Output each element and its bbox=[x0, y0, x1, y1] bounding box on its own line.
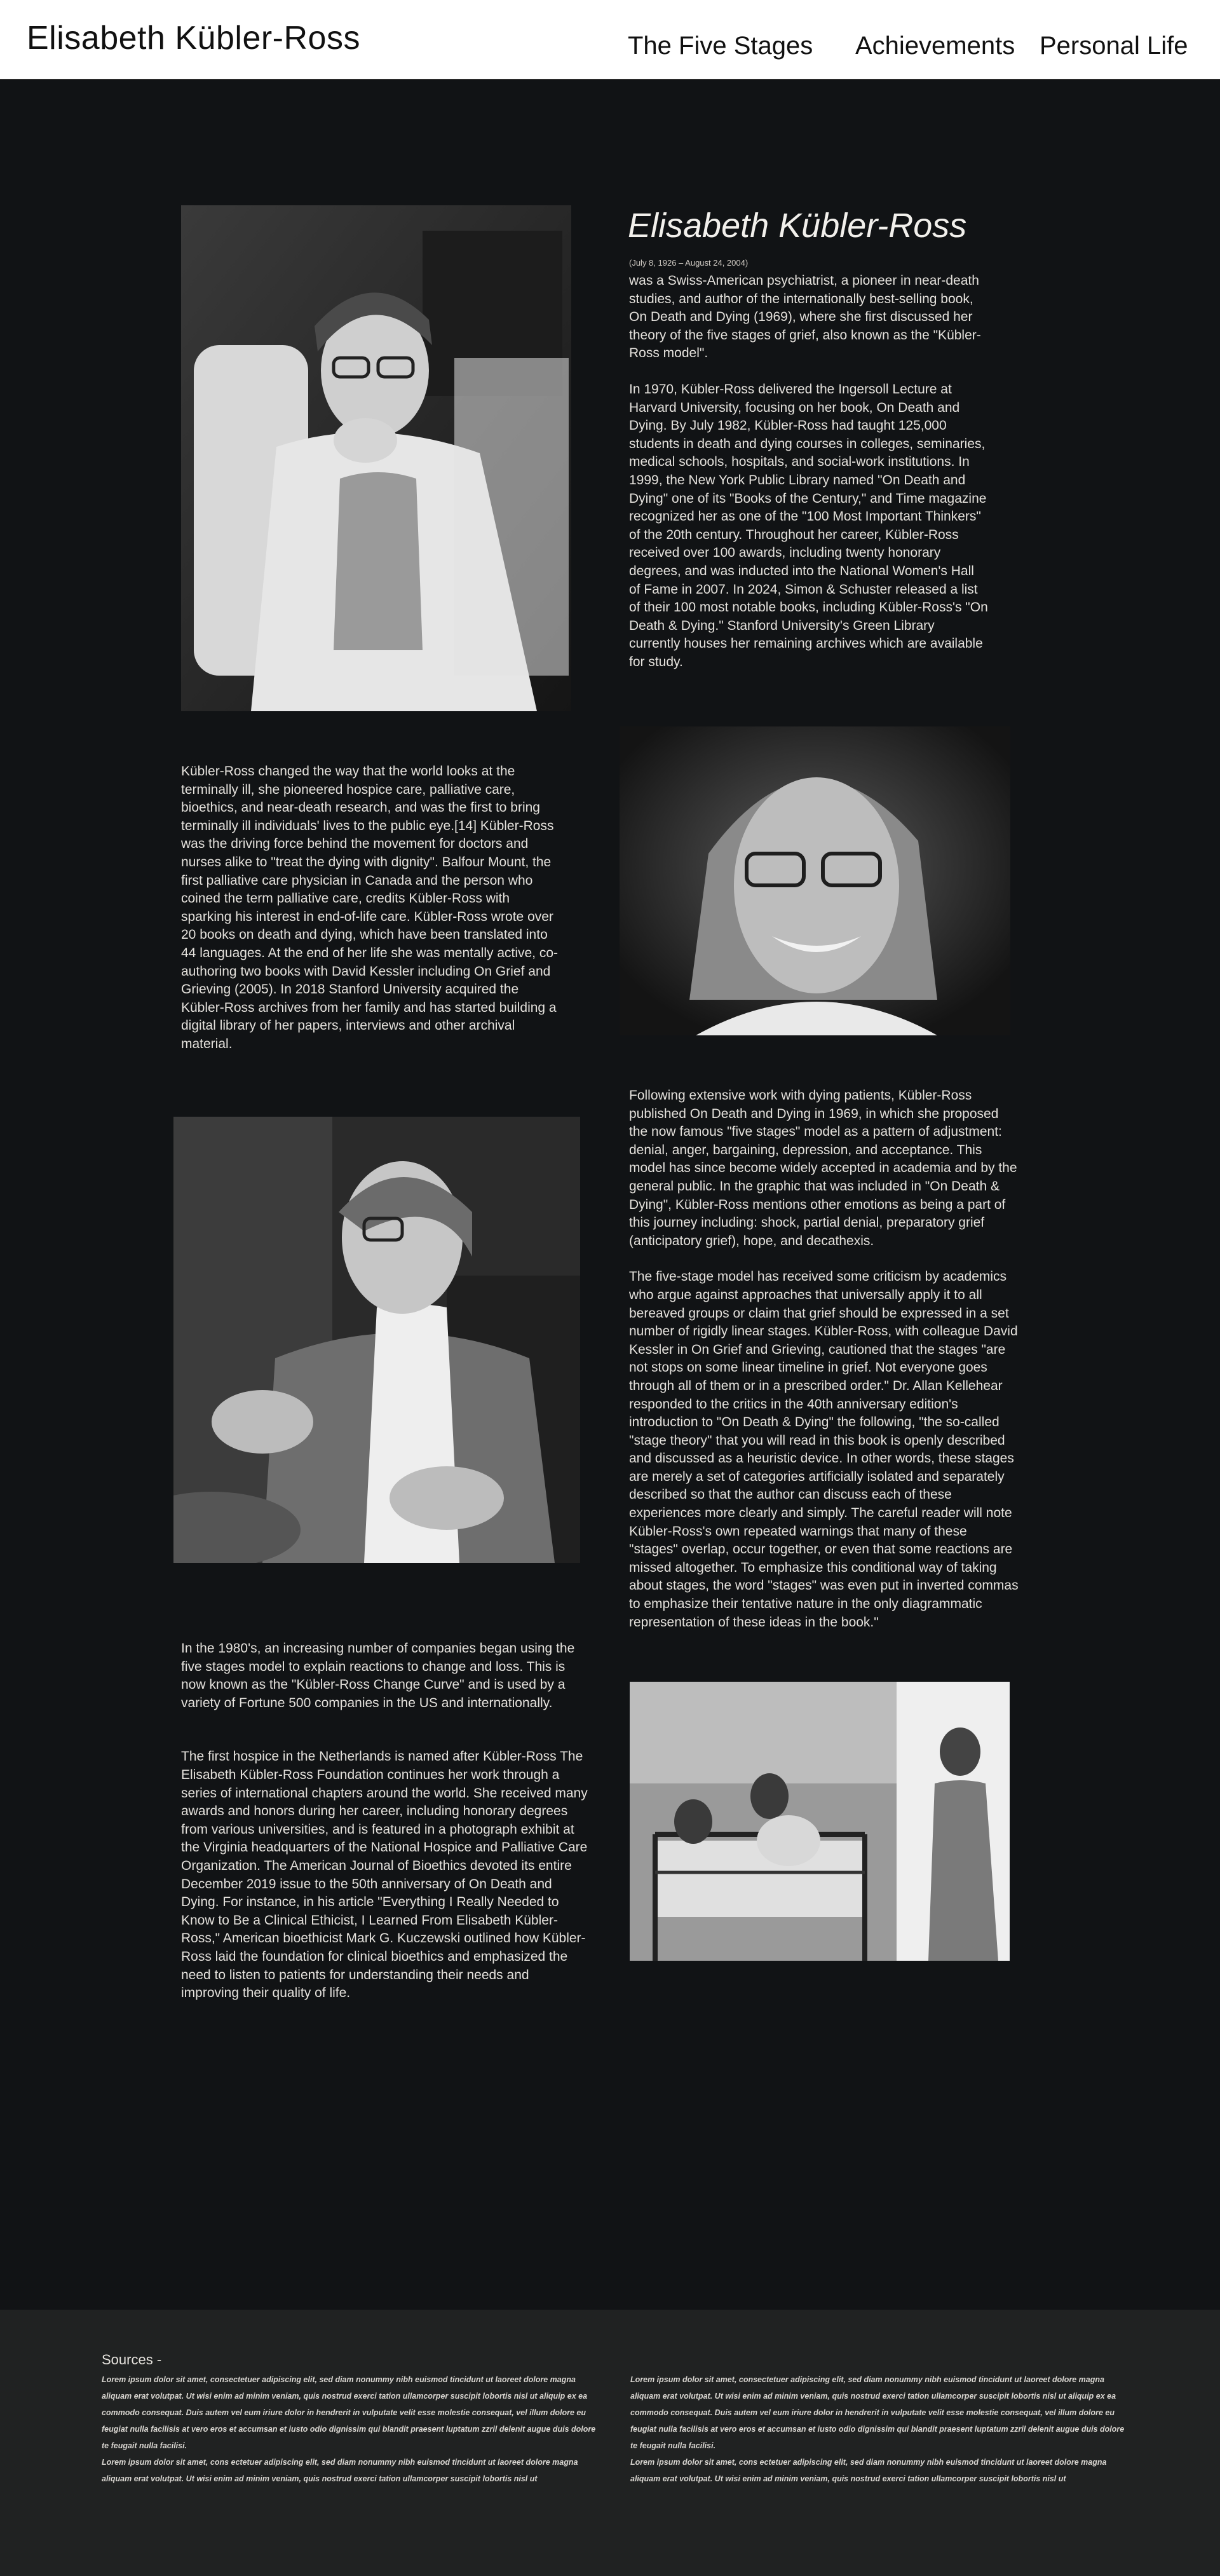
sources-right-column: Lorem ipsum dolor sit amet, consectetuer… bbox=[630, 2371, 1126, 2487]
intro-paragraph-1: was a Swiss-American psychiatrist, a pio… bbox=[629, 273, 981, 361]
source-entry: Lorem ipsum dolor sit amet, cons ectetue… bbox=[630, 2458, 1107, 2483]
life-dates: (July 8, 1926 – August 24, 2004) bbox=[629, 258, 749, 268]
portrait-photo-seated bbox=[181, 205, 571, 711]
five-stages-text: Following extensive work with dying pati… bbox=[629, 1087, 1019, 1632]
source-entry: Lorem ipsum dolor sit amet, cons ectetue… bbox=[102, 2458, 578, 2483]
honors-paragraph: The first hospice in the Netherlands is … bbox=[181, 1749, 588, 2001]
sources-left-column: Lorem ipsum dolor sit amet, consectetuer… bbox=[102, 2371, 597, 2487]
site-header: Elisabeth Kübler-Ross The Five Stages Ac… bbox=[0, 0, 1220, 80]
hospital-room-photo bbox=[630, 1682, 1010, 1961]
site-title[interactable]: Elisabeth Kübler-Ross bbox=[27, 19, 360, 57]
five-stages-paragraph-1: Following extensive work with dying pati… bbox=[629, 1088, 1017, 1248]
portrait-photo-smiling bbox=[620, 726, 1010, 1035]
portrait-photo-gesturing bbox=[173, 1117, 580, 1563]
source-entry: Lorem ipsum dolor sit amet, consectetuer… bbox=[102, 2375, 596, 2450]
intro-text: was a Swiss-American psychiatrist, a pio… bbox=[629, 272, 988, 671]
change-curve-text: In the 1980's, an increasing number of c… bbox=[181, 1640, 588, 2003]
sources-label: Sources - bbox=[102, 2352, 162, 2368]
nav-link-five-stages[interactable]: The Five Stages bbox=[628, 32, 813, 60]
name-heading: Elisabeth Kübler-Ross bbox=[628, 207, 967, 245]
legacy-paragraph: Kübler-Ross changed the way that the wor… bbox=[181, 764, 559, 1051]
five-stages-paragraph-2: The five-stage model has received some c… bbox=[629, 1269, 1019, 1630]
source-entry: Lorem ipsum dolor sit amet, consectetuer… bbox=[630, 2375, 1125, 2450]
change-curve-paragraph: In the 1980's, an increasing number of c… bbox=[181, 1641, 575, 1710]
intro-paragraph-2: In 1970, Kübler-Ross delivered the Inger… bbox=[629, 381, 988, 669]
nav-link-personal-life[interactable]: Personal Life bbox=[1040, 32, 1188, 60]
nav-link-achievements[interactable]: Achievements bbox=[855, 32, 1015, 60]
legacy-text: Kübler-Ross changed the way that the wor… bbox=[181, 763, 562, 1054]
